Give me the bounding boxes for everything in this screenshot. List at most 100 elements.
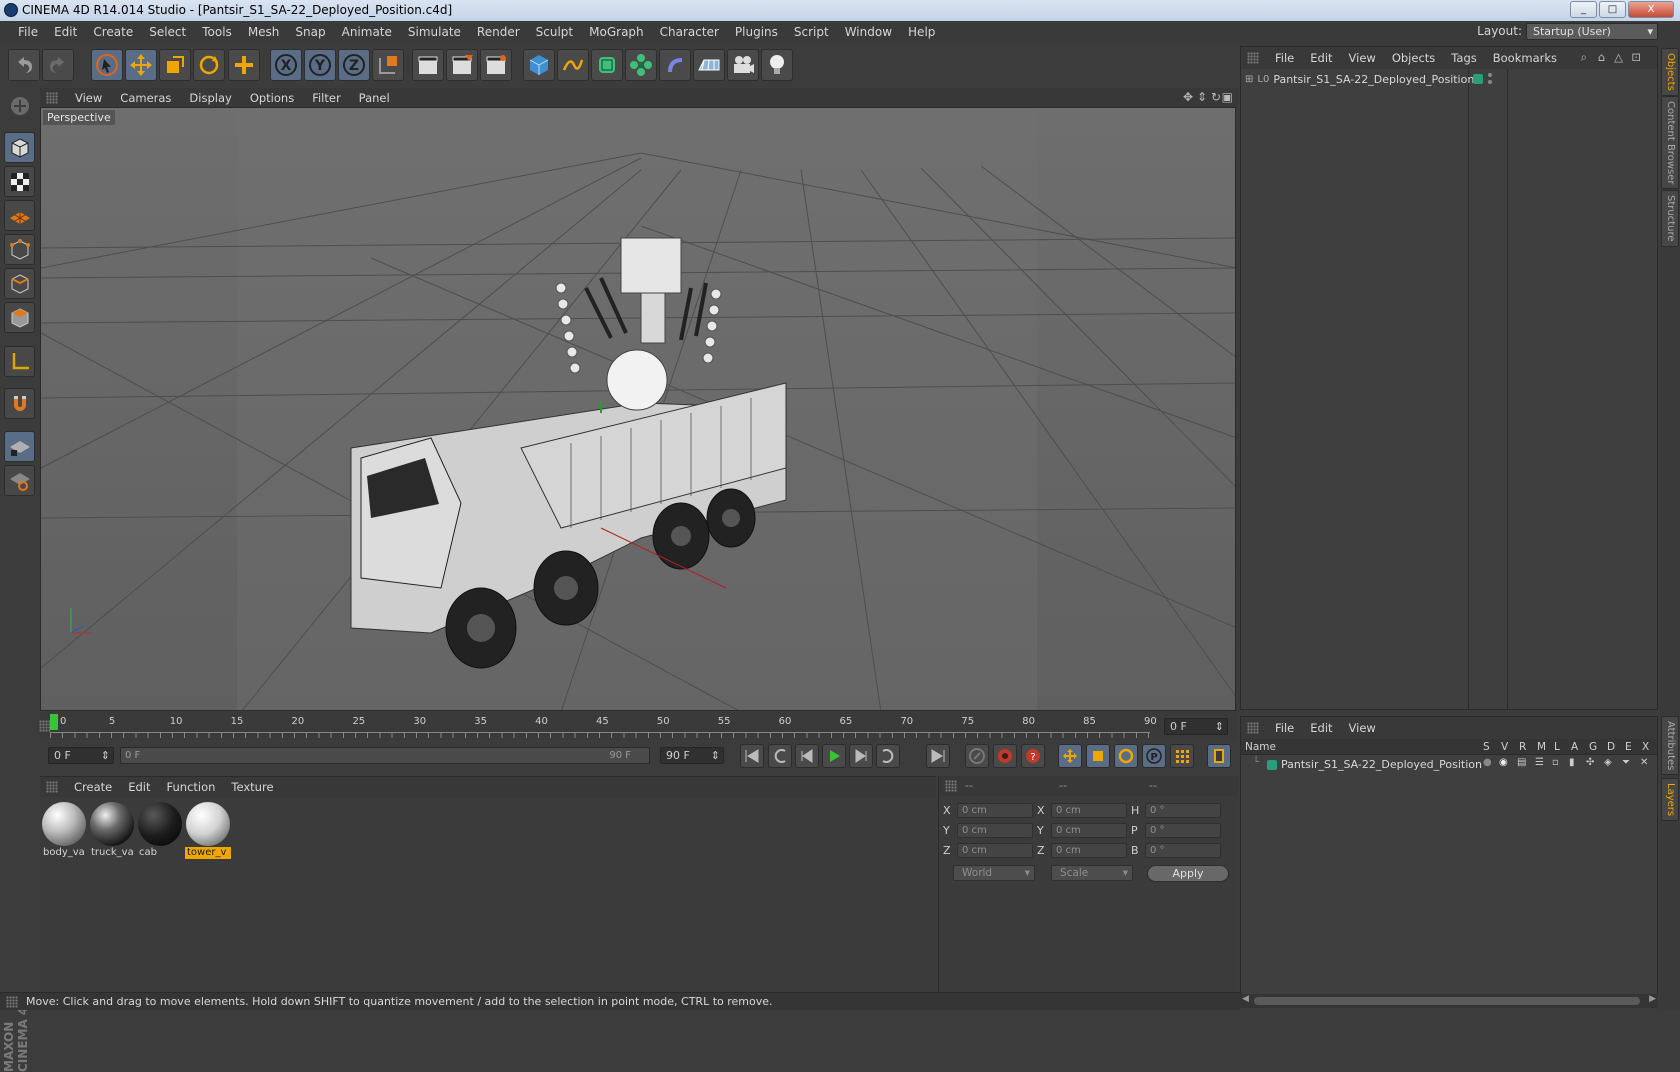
camera-button[interactable] <box>727 49 759 81</box>
position-x-field[interactable]: 0 cm <box>957 803 1033 818</box>
edges-mode-button[interactable] <box>4 268 35 299</box>
new-window-icon[interactable]: ⊡ <box>1623 50 1649 64</box>
tab-layers[interactable]: Layers <box>1661 778 1679 822</box>
layer-row[interactable]: └ Pantsir_S1_SA-22_Deployed_Position ● ◉… <box>1241 757 1657 773</box>
expand-plus-icon[interactable]: ⊞ <box>1245 74 1253 85</box>
start-frame-field[interactable]: 0 F ⇕ <box>48 747 114 764</box>
object-tree-row[interactable]: ⊞ L0 Pantsir_S1_SA-22_Deployed_Position <box>1245 71 1474 87</box>
scroll-left-icon[interactable]: ◀ <box>1242 994 1249 1004</box>
column-deformers[interactable]: D <box>1607 739 1615 755</box>
coordinate-space-dropdown[interactable]: World ▾ <box>953 865 1035 881</box>
timeline-window-button[interactable] <box>1207 744 1231 768</box>
objects-menu-edit[interactable]: Edit <box>1302 51 1340 65</box>
go-to-start-button[interactable] <box>740 744 764 768</box>
timeline-ruler[interactable]: 0 5 10 15 20 25 30 35 40 45 50 55 60 65 70 75 80 85 90 0 F… <box>39 712 1238 740</box>
objects-menu-tags[interactable]: Tags <box>1443 51 1484 65</box>
layer-color-swatch[interactable] <box>1473 74 1483 84</box>
rotation-b-field[interactable]: 0 ° <box>1145 843 1221 858</box>
layers-menu-edit[interactable]: Edit <box>1302 721 1340 735</box>
play-button[interactable] <box>822 744 846 768</box>
maximize-button[interactable]: □ <box>1599 1 1626 18</box>
render-settings-button[interactable] <box>480 49 512 81</box>
layer-horizontal-scrollbar[interactable]: ◀ ▶ <box>1240 994 1658 1008</box>
minimize-button[interactable]: _ <box>1570 1 1597 18</box>
size-z-field[interactable]: 0 cm <box>1051 843 1127 858</box>
column-solo[interactable]: S <box>1483 739 1490 755</box>
tab-structure[interactable]: Structure <box>1661 190 1679 247</box>
timeline-playhead[interactable] <box>50 714 58 730</box>
menu-file[interactable]: File <box>10 25 46 39</box>
key-rotation-button[interactable] <box>1114 744 1138 768</box>
menu-create[interactable]: Create <box>85 25 141 39</box>
menu-simulate[interactable]: Simulate <box>400 25 469 39</box>
rotation-h-field[interactable]: 0 ° <box>1145 803 1221 818</box>
objects-menu-file[interactable]: File <box>1267 51 1302 65</box>
material-menu-edit[interactable]: Edit <box>120 780 158 794</box>
viewport-menu-view[interactable]: View <box>66 91 111 105</box>
render-clapboard-icon[interactable]: ▤ <box>1517 757 1526 768</box>
texture-mode-button[interactable] <box>4 166 35 197</box>
key-scale-button[interactable] <box>1086 744 1110 768</box>
coordinate-mode-dropdown[interactable]: Scale ▾ <box>1051 865 1133 881</box>
eye-icon[interactable]: ◉ <box>1499 757 1508 768</box>
key-position-button[interactable] <box>1058 744 1082 768</box>
render-picture-viewer-button[interactable] <box>446 49 478 81</box>
viewport-menu-panel[interactable]: Panel <box>350 91 399 105</box>
size-x-field[interactable]: 0 cm <box>1051 803 1127 818</box>
editor-visibility-dot[interactable] <box>1488 73 1492 77</box>
end-frame-field[interactable]: 90 F ⇕ <box>660 747 724 764</box>
autokeying-button[interactable] <box>993 744 1017 768</box>
z-axis-lock-button[interactable]: Z <box>338 49 370 81</box>
make-editable-button[interactable] <box>4 90 35 121</box>
material-swatch[interactable]: truck_va <box>89 801 135 859</box>
scrollbar-thumb[interactable] <box>1254 997 1640 1005</box>
deformer-button[interactable] <box>659 49 691 81</box>
objects-menu-view[interactable]: View <box>1341 51 1384 65</box>
material-menu-create[interactable]: Create <box>66 780 120 794</box>
layer-color-swatch[interactable] <box>1267 760 1277 770</box>
column-locked[interactable]: L <box>1554 739 1560 755</box>
column-name[interactable]: Name <box>1245 739 1276 755</box>
column-generators[interactable]: G <box>1589 739 1597 755</box>
key-pla-button[interactable] <box>1170 744 1194 768</box>
viewport-menu-options[interactable]: Options <box>241 91 303 105</box>
column-view[interactable]: V <box>1501 739 1508 755</box>
viewport-menu-display[interactable]: Display <box>180 91 240 105</box>
next-key-button[interactable] <box>876 744 900 768</box>
column-xrefs[interactable]: X <box>1642 739 1649 755</box>
render-view-button[interactable] <box>412 49 444 81</box>
viewport-maximize-icon[interactable]: ▣ <box>1213 90 1242 104</box>
objects-menu-objects[interactable]: Objects <box>1384 51 1443 65</box>
spline-button[interactable] <box>557 49 589 81</box>
polygons-mode-button[interactable] <box>4 302 35 333</box>
add-object-button[interactable] <box>228 49 260 81</box>
previous-key-button[interactable] <box>768 744 792 768</box>
live-selection-button[interactable] <box>91 49 123 81</box>
scroll-right-icon[interactable]: ▶ <box>1649 994 1656 1004</box>
viewport-menu-cameras[interactable]: Cameras <box>111 91 180 105</box>
xref-x-icon[interactable]: ✕ <box>1640 757 1648 768</box>
menu-animate[interactable]: Animate <box>334 25 400 39</box>
floor-button[interactable] <box>693 49 725 81</box>
position-y-field[interactable]: 0 cm <box>957 823 1033 838</box>
coordinate-system-button[interactable] <box>372 49 404 81</box>
solo-toggle-icon[interactable]: ● <box>1483 757 1492 768</box>
light-button[interactable] <box>761 49 793 81</box>
redo-button[interactable] <box>42 49 74 81</box>
menu-render[interactable]: Render <box>469 25 528 39</box>
undo-button[interactable] <box>8 49 40 81</box>
render-visibility-dot[interactable] <box>1488 80 1492 84</box>
tab-objects[interactable]: Objects <box>1661 48 1679 96</box>
column-expressions[interactable]: E <box>1625 739 1632 755</box>
close-button[interactable]: X <box>1628 1 1674 18</box>
menu-help[interactable]: Help <box>900 25 943 39</box>
menu-mograph[interactable]: MoGraph <box>581 25 652 39</box>
column-render[interactable]: R <box>1519 739 1526 755</box>
generator-icon[interactable]: ✣ <box>1586 757 1594 768</box>
menu-edit[interactable]: Edit <box>46 25 85 39</box>
next-frame-button[interactable] <box>849 744 873 768</box>
objects-menu-bookmarks[interactable]: Bookmarks <box>1485 51 1565 65</box>
move-tool-button[interactable] <box>125 49 157 81</box>
menu-tools[interactable]: Tools <box>194 25 240 39</box>
snap-button[interactable] <box>4 388 35 419</box>
